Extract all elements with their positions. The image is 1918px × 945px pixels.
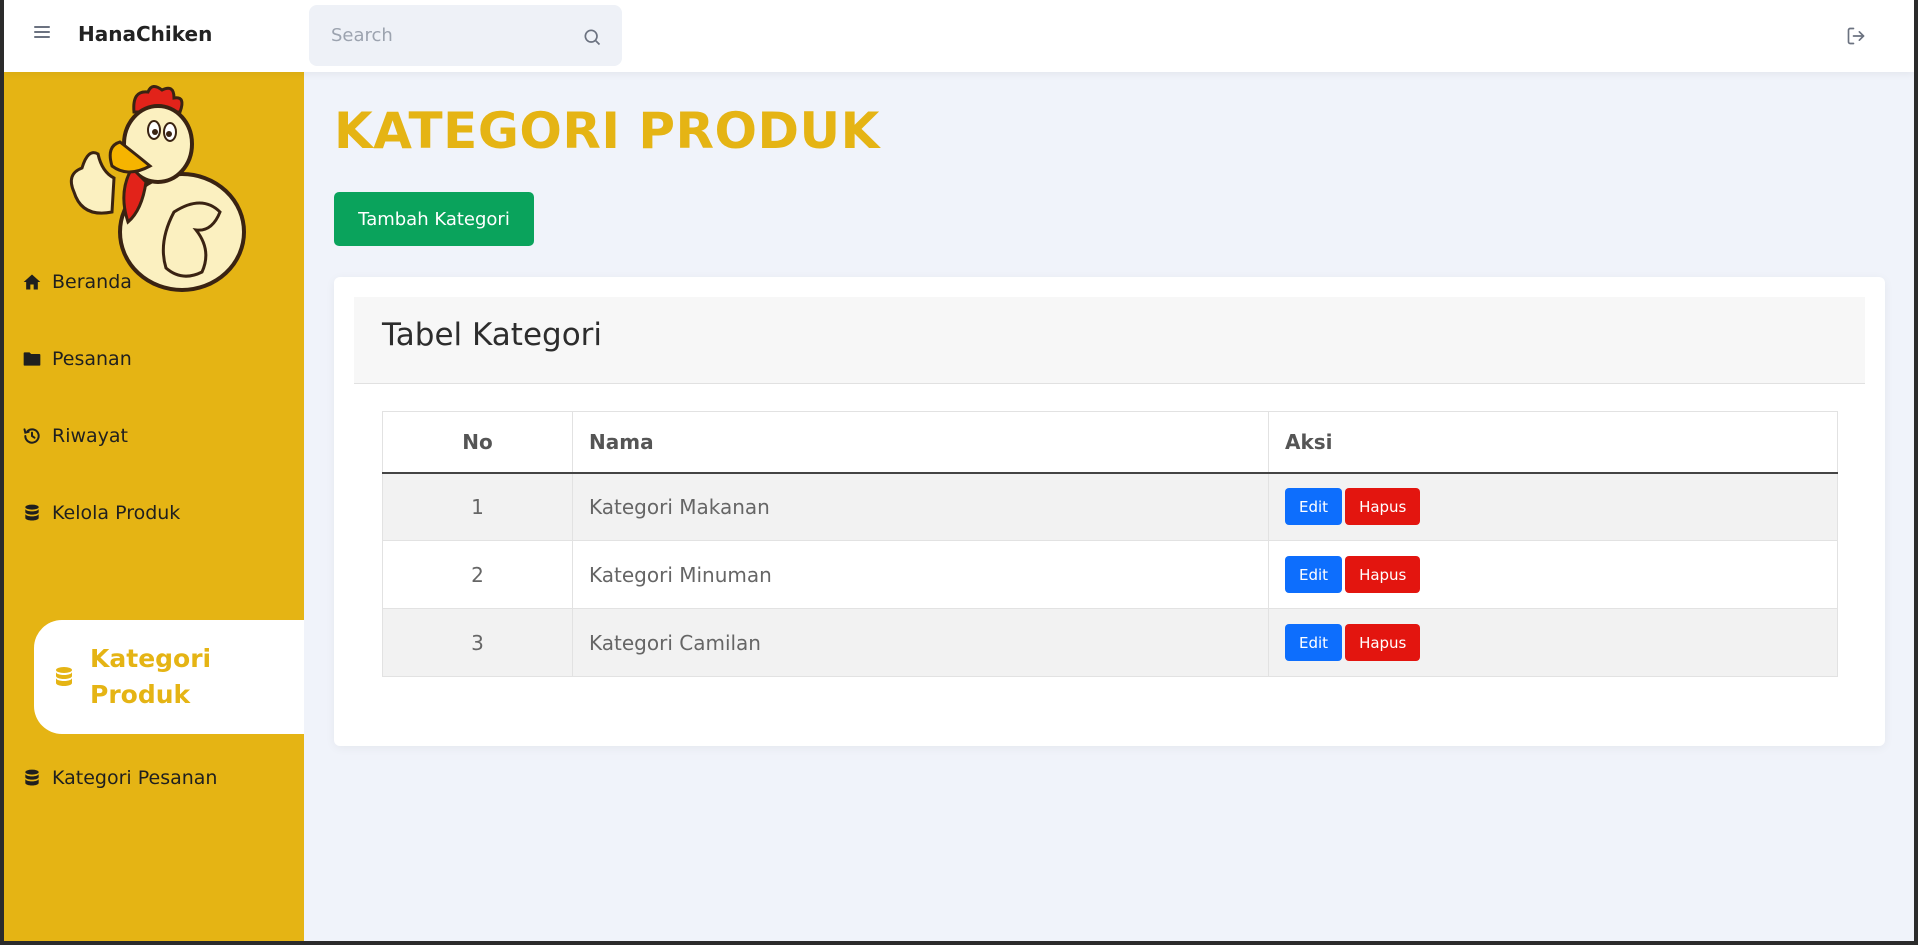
sidebar-item-label: Pesanan xyxy=(52,348,132,370)
brand-name: HanaChiken xyxy=(78,22,213,46)
sidebar-item-kategori-pesanan[interactable]: Kategori Pesanan xyxy=(22,758,217,798)
sidebar-item-pesanan[interactable]: Pesanan xyxy=(22,339,132,379)
table-row: 2 Kategori Minuman Edit Hapus xyxy=(382,540,1838,609)
sidebar-item-label: Beranda xyxy=(52,271,132,293)
column-header-aksi: Aksi xyxy=(1268,411,1838,474)
row-nama: Kategori Makanan xyxy=(572,472,1269,541)
row-actions: Edit Hapus xyxy=(1268,540,1838,609)
column-header-no: No xyxy=(382,411,573,474)
logout-icon[interactable] xyxy=(1846,26,1866,46)
category-card: Tabel Kategori No Nama Aksi 1 Kategori M… xyxy=(334,277,1885,746)
card-header: Tabel Kategori xyxy=(354,297,1865,384)
row-no: 2 xyxy=(382,540,573,609)
sidebar-item-label: Riwayat xyxy=(52,425,128,447)
row-actions: Edit Hapus xyxy=(1268,472,1838,541)
table-header-row: No Nama Aksi xyxy=(382,411,1838,474)
sidebar-item-kategori-produk[interactable]: Kategori Produk xyxy=(34,620,304,734)
sidebar-item-label: Kelola Produk xyxy=(52,502,181,524)
sidebar-item-riwayat[interactable]: Riwayat xyxy=(22,416,128,456)
edit-button[interactable]: Edit xyxy=(1285,556,1343,593)
delete-button[interactable]: Hapus xyxy=(1345,556,1421,593)
sidebar-item-label: Kategori Produk xyxy=(90,644,212,709)
card-title: Tabel Kategori xyxy=(382,317,603,353)
row-actions: Edit Hapus xyxy=(1268,608,1838,677)
sidebar-item-beranda[interactable]: Beranda xyxy=(22,262,132,302)
row-no: 1 xyxy=(382,472,573,541)
database-icon xyxy=(25,769,39,786)
chicken-mascot-logo xyxy=(69,85,246,292)
delete-button[interactable]: Hapus xyxy=(1345,488,1421,526)
history-icon xyxy=(23,428,40,444)
folder-icon xyxy=(23,352,41,366)
app-window: HanaChiken Search Beranda Pesanan Riwaya… xyxy=(4,0,1914,941)
table-row: 3 Kategori Camilan Edit Hapus xyxy=(382,608,1838,677)
home-icon xyxy=(23,274,41,290)
search-input[interactable] xyxy=(309,5,622,66)
delete-button[interactable]: Hapus xyxy=(1345,624,1421,661)
database-icon xyxy=(56,667,72,686)
row-nama: Kategori Minuman xyxy=(572,540,1269,609)
column-header-nama: Nama xyxy=(572,411,1269,474)
page-title: KATEGORI PRODUK xyxy=(334,102,880,160)
search-icon[interactable] xyxy=(582,27,602,47)
menu-toggle-icon[interactable] xyxy=(34,26,50,38)
row-nama: Kategori Camilan xyxy=(572,608,1269,677)
sidebar-item-kelola-produk[interactable]: Kelola Produk xyxy=(22,493,180,533)
row-no: 3 xyxy=(382,608,573,677)
table-row: 1 Kategori Makanan Edit Hapus xyxy=(382,472,1838,541)
top-bar: HanaChiken xyxy=(4,0,1914,72)
sidebar-item-label: Kategori Pesanan xyxy=(52,767,218,789)
category-table: No Nama Aksi 1 Kategori Makanan Edit Hapu… xyxy=(382,411,1838,677)
edit-button[interactable]: Edit xyxy=(1285,488,1343,526)
edit-button[interactable]: Edit xyxy=(1285,624,1343,661)
search-box xyxy=(309,5,622,66)
add-category-button[interactable]: Tambah Kategori xyxy=(334,192,534,246)
sidebar: Beranda Pesanan Riwayat Kelola Produk Ka… xyxy=(4,72,304,941)
database-icon xyxy=(25,504,39,521)
